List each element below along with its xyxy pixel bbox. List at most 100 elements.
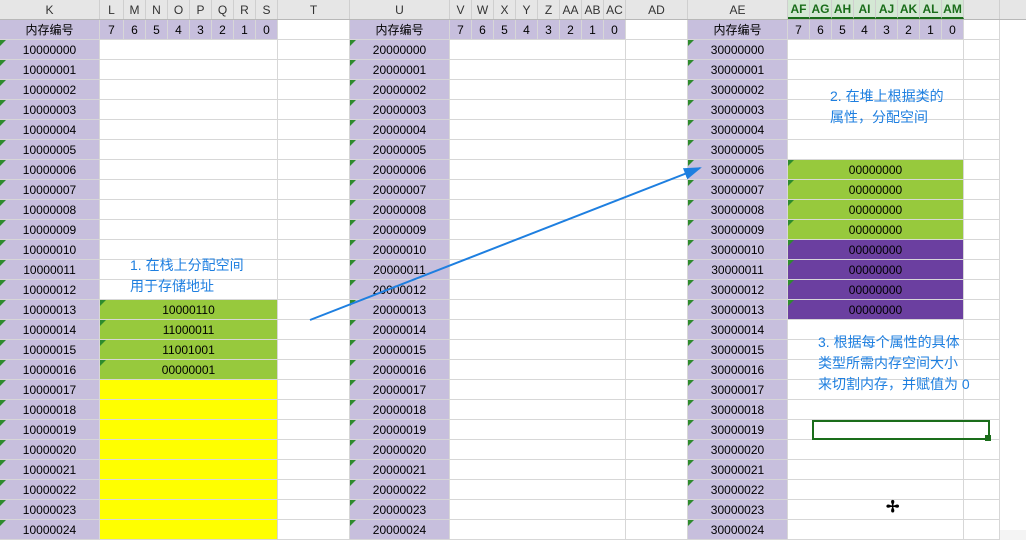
cell-ae-val-1[interactable] [788, 60, 964, 80]
cell-k-addr-15[interactable]: 10000015 [0, 340, 100, 360]
bit-header-ae-0[interactable]: 7 [788, 20, 810, 40]
gap-t-1[interactable] [278, 60, 350, 80]
cell-k-val-0[interactable] [100, 40, 278, 60]
gap-ad-6[interactable] [626, 160, 688, 180]
gap-t-12[interactable] [278, 280, 350, 300]
bit-header-u-7[interactable]: 0 [604, 20, 626, 40]
cell-ae-addr-12[interactable]: 30000012 [688, 280, 788, 300]
gap-tail-23[interactable] [964, 500, 1000, 520]
cell-u-val-9[interactable] [450, 220, 626, 240]
cell-ae-addr-19[interactable]: 30000019 [688, 420, 788, 440]
cell-k-addr-8[interactable]: 10000008 [0, 200, 100, 220]
col-header-V[interactable]: V [450, 0, 472, 19]
bit-header-k-5[interactable]: 2 [212, 20, 234, 40]
col-header-AK[interactable]: AK [898, 0, 920, 19]
cell-ae-val-18[interactable] [788, 400, 964, 420]
cell-u-addr-21[interactable]: 20000021 [350, 460, 450, 480]
gap-t-20[interactable] [278, 440, 350, 460]
cell-k-val-9[interactable] [100, 220, 278, 240]
gap-ad-23[interactable] [626, 500, 688, 520]
cell-k-addr-4[interactable]: 10000004 [0, 120, 100, 140]
gap-tail-11[interactable] [964, 260, 1000, 280]
col-header-AC[interactable]: AC [604, 0, 626, 19]
cell-u-val-1[interactable] [450, 60, 626, 80]
bit-header-ae-6[interactable]: 1 [920, 20, 942, 40]
col-header-AF[interactable]: AF [788, 0, 810, 19]
cell-k-addr-16[interactable]: 10000016 [0, 360, 100, 380]
cell-ae-val-14[interactable] [788, 320, 964, 340]
bit-header-u-4[interactable]: 3 [538, 20, 560, 40]
col-header-O[interactable]: O [168, 0, 190, 19]
gap-tail-5[interactable] [964, 140, 1000, 160]
cell-ae-addr-9[interactable]: 30000009 [688, 220, 788, 240]
cell-k-addr-12[interactable]: 10000012 [0, 280, 100, 300]
col-header-L[interactable]: L [100, 0, 124, 19]
gap-ad-1[interactable] [626, 60, 688, 80]
cell-k-val-14[interactable]: 11000011 [100, 320, 278, 340]
cell-k-val-5[interactable] [100, 140, 278, 160]
cell-ae-val-24[interactable] [788, 520, 964, 540]
cell-ae-addr-22[interactable]: 30000022 [688, 480, 788, 500]
gap-tail-14[interactable] [964, 320, 1000, 340]
col-header-blank[interactable] [964, 0, 1000, 19]
cell-k-addr-1[interactable]: 10000001 [0, 60, 100, 80]
gap-t-0[interactable] [278, 40, 350, 60]
cell-u-val-23[interactable] [450, 500, 626, 520]
cell-ae-val-3[interactable] [788, 100, 964, 120]
cell-k-addr-13[interactable]: 10000013 [0, 300, 100, 320]
cell-k-val-17[interactable] [100, 380, 278, 400]
gap-tail-24[interactable] [964, 520, 1000, 540]
cell-u-val-11[interactable] [450, 260, 626, 280]
cell-ae-addr-17[interactable]: 30000017 [688, 380, 788, 400]
cell-k-val-3[interactable] [100, 100, 278, 120]
bit-header-u-1[interactable]: 6 [472, 20, 494, 40]
cell-u-addr-13[interactable]: 20000013 [350, 300, 450, 320]
gap-tail-20[interactable] [964, 440, 1000, 460]
bit-header-k-6[interactable]: 1 [234, 20, 256, 40]
bit-header-ae-3[interactable]: 4 [854, 20, 876, 40]
bit-header-k-0[interactable]: 7 [100, 20, 124, 40]
cell-ae-addr-15[interactable]: 30000015 [688, 340, 788, 360]
cell-ae-val-11[interactable]: 00000000 [788, 260, 964, 280]
bit-header-u-5[interactable]: 2 [560, 20, 582, 40]
gap-ad-10[interactable] [626, 240, 688, 260]
cell-ae-val-23[interactable] [788, 500, 964, 520]
cell-u-addr-9[interactable]: 20000009 [350, 220, 450, 240]
cell-k-addr-6[interactable]: 10000006 [0, 160, 100, 180]
col-header-K[interactable]: K [0, 0, 100, 19]
gap-t-5[interactable] [278, 140, 350, 160]
gap-tail-18[interactable] [964, 400, 1000, 420]
gap-ad-17[interactable] [626, 380, 688, 400]
gap-ad-9[interactable] [626, 220, 688, 240]
gap-t-17[interactable] [278, 380, 350, 400]
col-header-X[interactable]: X [494, 0, 516, 19]
mem-header-k[interactable]: 内存编号 [0, 20, 100, 40]
gap-ad-15[interactable] [626, 340, 688, 360]
cell-u-addr-14[interactable]: 20000014 [350, 320, 450, 340]
gap-ad-20[interactable] [626, 440, 688, 460]
bit-header-ae-7[interactable]: 0 [942, 20, 964, 40]
cell-u-val-7[interactable] [450, 180, 626, 200]
gap-ad-8[interactable] [626, 200, 688, 220]
cell-u-val-13[interactable] [450, 300, 626, 320]
gap-tail-4[interactable] [964, 120, 1000, 140]
cell-ae-addr-1[interactable]: 30000001 [688, 60, 788, 80]
col-header-N[interactable]: N [146, 0, 168, 19]
cell-ae-val-9[interactable]: 00000000 [788, 220, 964, 240]
cell-ae-val-8[interactable]: 00000000 [788, 200, 964, 220]
col-header-T[interactable]: T [278, 0, 350, 19]
gap-t-18[interactable] [278, 400, 350, 420]
gap-ad-4[interactable] [626, 120, 688, 140]
col-header-AE[interactable]: AE [688, 0, 788, 19]
cell-ae-addr-24[interactable]: 30000024 [688, 520, 788, 540]
cell-u-val-24[interactable] [450, 520, 626, 540]
cell-u-val-22[interactable] [450, 480, 626, 500]
cell-ae-addr-20[interactable]: 30000020 [688, 440, 788, 460]
cell-k-addr-11[interactable]: 10000011 [0, 260, 100, 280]
cell-ae-addr-6[interactable]: 30000006 [688, 160, 788, 180]
cell-ae-addr-7[interactable]: 30000007 [688, 180, 788, 200]
cell-ae-val-15[interactable] [788, 340, 964, 360]
cell-u-addr-10[interactable]: 20000010 [350, 240, 450, 260]
bit-header-k-7[interactable]: 0 [256, 20, 278, 40]
cell-u-val-18[interactable] [450, 400, 626, 420]
